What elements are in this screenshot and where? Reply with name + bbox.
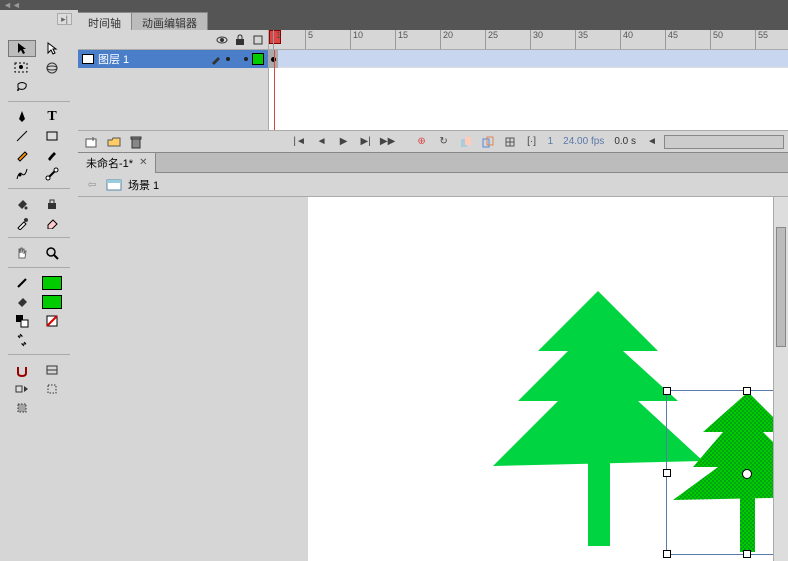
deco-tool[interactable] (8, 165, 36, 182)
new-folder-button[interactable] (104, 134, 124, 150)
tools-panel: ▸| T (0, 10, 78, 561)
selection-bbox[interactable] (666, 390, 788, 555)
current-time: 0.0 s (610, 136, 640, 147)
option-2[interactable] (8, 399, 36, 416)
ruler-mark: 20 (440, 30, 453, 49)
visibility-header-icon[interactable] (216, 34, 228, 46)
selection-tool[interactable] (8, 40, 36, 57)
delete-layer-button[interactable] (126, 134, 146, 150)
tab-timeline[interactable]: 时间轴 (78, 12, 132, 30)
brush-tool[interactable] (38, 146, 66, 163)
no-color[interactable] (38, 312, 66, 329)
stroke-color[interactable] (8, 274, 36, 291)
new-layer-button[interactable] (82, 134, 102, 150)
ruler-mark: 35 (575, 30, 588, 49)
transform-center[interactable] (742, 469, 752, 479)
prev-frame-button[interactable]: ◄ (312, 134, 332, 150)
next-frame-button[interactable]: ▶| (356, 134, 376, 150)
rectangle-tool[interactable] (38, 127, 66, 144)
black-white-swap[interactable] (8, 312, 36, 329)
ink-bottle-tool[interactable] (38, 195, 66, 212)
outline-header-icon[interactable] (252, 34, 264, 46)
edit-multiple-button[interactable] (500, 134, 520, 150)
3d-rotation-tool[interactable] (38, 59, 66, 76)
scene-icon (106, 177, 122, 193)
stroke-swatch[interactable] (38, 274, 66, 291)
bone-tool[interactable] (38, 165, 66, 182)
frames-strip[interactable] (268, 50, 788, 130)
ruler-mark: 15 (395, 30, 408, 49)
playhead-line (274, 50, 275, 130)
layer-lock-dot[interactable] (244, 57, 248, 61)
hand-tool[interactable] (8, 244, 36, 261)
layer-name: 图层 1 (98, 51, 206, 67)
scroll-left-button[interactable]: ◄ (642, 134, 662, 150)
paint-bucket-tool[interactable] (8, 195, 36, 212)
lock-header-icon[interactable] (234, 34, 246, 46)
fill-color[interactable] (8, 293, 36, 310)
eyedropper-tool[interactable] (8, 214, 36, 231)
play-button[interactable]: ▶ (334, 134, 354, 150)
resize-handle-n[interactable] (743, 387, 751, 395)
vertical-scrollbar[interactable] (773, 197, 788, 561)
option-1[interactable] (38, 380, 66, 397)
current-fps[interactable]: 24.00 fps (559, 136, 608, 147)
center-frame-button[interactable]: ⊕ (412, 134, 432, 150)
zoom-tool[interactable] (38, 244, 66, 261)
scene-name[interactable]: 场景 1 (128, 177, 159, 193)
layers-list: 图层 1 (78, 50, 268, 130)
stage[interactable] (78, 197, 788, 561)
ruler-mark: 40 (620, 30, 633, 49)
line-tool[interactable] (8, 127, 36, 144)
free-transform-tool[interactable] (8, 59, 36, 76)
lasso-tool[interactable] (8, 78, 36, 95)
swap-colors[interactable] (8, 331, 36, 348)
straighten-option[interactable] (8, 380, 36, 397)
document-tab[interactable]: 未命名-1* ✕ (78, 153, 156, 173)
tab-anim-editor[interactable]: 动画编辑器 (132, 12, 208, 30)
back-icon[interactable]: ⇦ (84, 177, 100, 193)
ruler-mark: 10 (350, 30, 363, 49)
first-frame-button[interactable]: |◄ (290, 134, 310, 150)
markers-button[interactable]: [·] (522, 134, 542, 150)
ruler-mark: 45 (665, 30, 678, 49)
layer-row[interactable]: 图层 1 (78, 50, 268, 68)
resize-handle-w[interactable] (663, 469, 671, 477)
pen-tool[interactable] (8, 108, 36, 125)
onion-skin-button[interactable] (456, 134, 476, 150)
onion-outline-button[interactable] (478, 134, 498, 150)
fill-swatch[interactable] (38, 293, 66, 310)
ruler-mark: 25 (485, 30, 498, 49)
blank-tool-1 (38, 78, 66, 95)
ruler-mark: 50 (710, 30, 723, 49)
layer-visible-dot[interactable] (226, 57, 230, 61)
panel-collapse-icon[interactable]: ▸| (57, 13, 72, 25)
smooth-option[interactable] (38, 361, 66, 378)
layer-outline-color[interactable] (252, 53, 264, 65)
scrollbar-thumb[interactable] (776, 227, 786, 347)
canvas[interactable] (308, 197, 788, 561)
resize-handle-sw[interactable] (663, 550, 671, 558)
timeline-ruler[interactable]: 1 5 10 15 20 25 30 35 40 45 50 55 60 65 (268, 30, 788, 49)
ruler-mark: 30 (530, 30, 543, 49)
timeline-scrollbar[interactable] (664, 135, 784, 149)
doc-tab-label: 未命名-1* (86, 155, 133, 171)
last-frame-button[interactable]: ▶▶ (378, 134, 398, 150)
text-tool[interactable]: T (38, 108, 66, 125)
snap-to-object[interactable] (8, 361, 36, 378)
resize-handle-nw[interactable] (663, 387, 671, 395)
layer-type-icon (82, 54, 94, 64)
collapse-icon[interactable]: ◄◄ (3, 0, 21, 10)
eraser-tool[interactable] (38, 214, 66, 231)
pencil-icon (210, 53, 222, 65)
ruler-mark: 1 (273, 30, 281, 49)
loop-button[interactable]: ↻ (434, 134, 454, 150)
current-frame[interactable]: 1 (544, 136, 558, 147)
resize-handle-s[interactable] (743, 550, 751, 558)
ruler-mark: 55 (755, 30, 768, 49)
subselection-tool[interactable] (38, 40, 66, 57)
pencil-tool[interactable] (8, 146, 36, 163)
ruler-mark: 5 (305, 30, 313, 49)
close-icon[interactable]: ✕ (139, 157, 147, 168)
